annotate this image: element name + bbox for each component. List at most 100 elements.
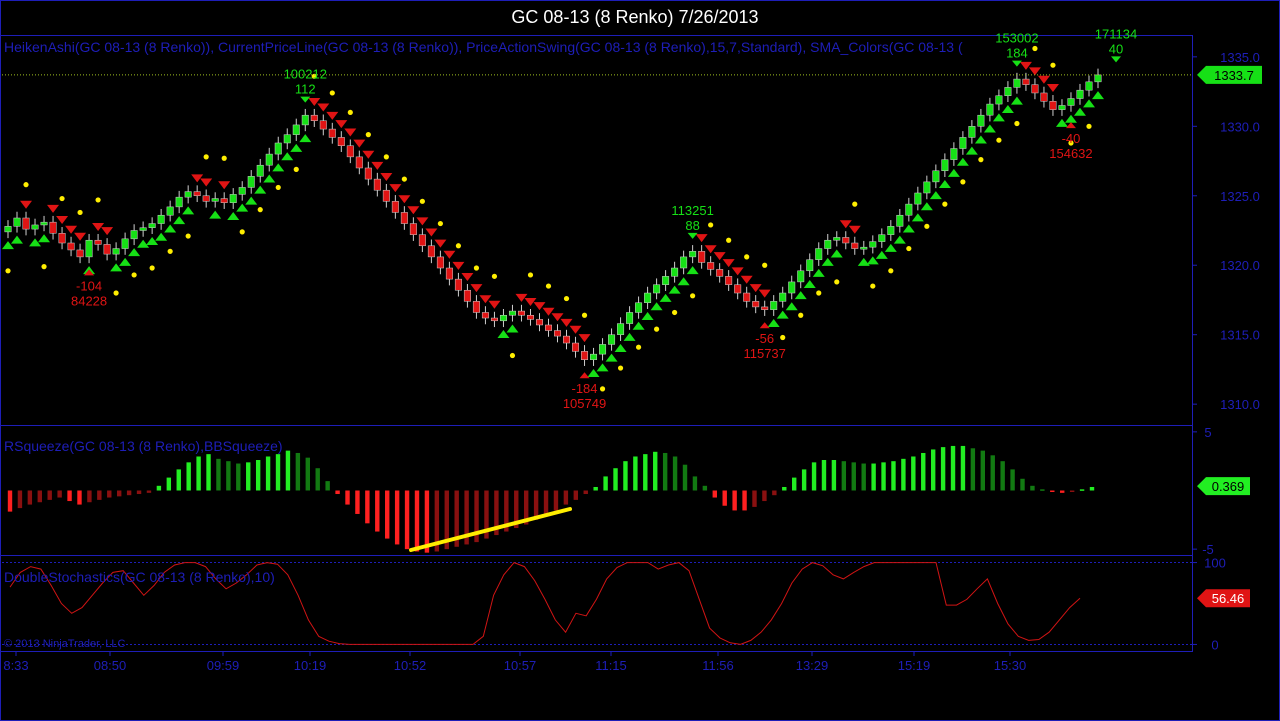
candle-down	[67, 242, 75, 251]
swing-high-label: 171134	[1095, 26, 1137, 41]
candle-down	[1049, 101, 1057, 110]
price-tick-label: 1325.0	[1220, 189, 1260, 204]
swing-dot	[41, 264, 47, 270]
candle-down	[400, 212, 408, 224]
current-price-marker: 1333.7	[1197, 65, 1262, 84]
candle-down	[202, 195, 210, 202]
candle-up	[617, 323, 625, 335]
squeeze-bar-positive	[1020, 478, 1025, 491]
squeeze-bar-positive	[186, 462, 191, 491]
candle-up	[1058, 105, 1066, 110]
squeeze-bar-negative	[553, 490, 559, 511]
candle-up	[1094, 74, 1102, 83]
candle-down	[743, 292, 751, 302]
ninjatrader-chart[interactable]: GC 08-13 (8 Renko) 7/26/2013 -10484228 10…	[0, 0, 1280, 721]
candle-up	[184, 191, 192, 198]
squeeze-bar-positive	[980, 450, 986, 491]
stochastics-value-marker: 56.46	[1197, 589, 1250, 608]
candle-up	[608, 334, 616, 345]
candle-down	[734, 284, 742, 294]
squeeze-bar-positive	[593, 486, 598, 491]
candle-up	[1067, 98, 1075, 106]
candle-up	[869, 241, 877, 248]
time-tick-label: 10:52	[394, 658, 427, 673]
candle-up	[1013, 78, 1021, 88]
squeeze-bar-positive	[246, 462, 251, 491]
swing-dot	[293, 166, 299, 172]
squeeze-bar-positive	[960, 445, 966, 491]
squeeze-bar-positive	[970, 448, 976, 491]
candle-up	[662, 276, 670, 285]
squeeze-bar-positive	[682, 464, 688, 491]
candle-down	[526, 314, 534, 320]
swing-dot	[617, 365, 624, 371]
squeeze-bar-negative	[27, 490, 33, 505]
swing-low-label: 115737	[743, 346, 785, 361]
swing-dot	[708, 222, 714, 228]
candle-down	[572, 342, 580, 352]
swing-dot	[437, 220, 443, 227]
time-tick-label: 11:15	[595, 658, 627, 673]
squeeze-bar-negative	[424, 490, 430, 553]
squeeze-bar-positive	[156, 485, 162, 491]
squeeze-bar-positive	[285, 450, 291, 491]
swing-dot	[924, 223, 930, 229]
swing-dot	[870, 283, 876, 289]
candle-up	[148, 223, 156, 228]
squeeze-bar-positive	[821, 460, 827, 491]
candle-up	[833, 237, 841, 241]
candle-up	[995, 95, 1003, 105]
candle-up	[950, 148, 958, 160]
swing-dot	[852, 201, 858, 207]
squeeze-bar-negative	[385, 490, 390, 539]
swing-dot	[221, 155, 227, 161]
candle-up	[671, 267, 679, 277]
squeeze-bar-positive	[672, 456, 678, 491]
candle-up	[860, 246, 868, 250]
squeeze-bar-positive	[921, 452, 926, 491]
squeeze-bar-negative	[583, 490, 588, 495]
candle-down	[842, 237, 850, 244]
candle-up	[824, 239, 832, 249]
candle-down	[103, 244, 111, 255]
swing-dot	[744, 254, 750, 260]
squeeze-tick-label: 5	[1204, 425, 1211, 440]
stochastics-indicator-label: DoubleStochastics(GC 08-13 (8 Renko),10)	[4, 569, 275, 585]
candle-down	[76, 249, 84, 258]
swing-dot	[5, 268, 11, 274]
squeeze-bar-positive	[295, 452, 301, 491]
squeeze-bar-positive	[1030, 485, 1035, 491]
squeeze-bar-positive	[782, 486, 787, 491]
candle-up	[779, 292, 787, 302]
candle-down	[391, 201, 399, 213]
swing-dot	[347, 109, 353, 116]
swing-high-label: 88	[685, 218, 699, 233]
candle-down	[355, 156, 363, 169]
swing-dot	[149, 265, 155, 271]
candle-up	[40, 221, 48, 226]
candle-up	[887, 226, 895, 235]
candle-down	[328, 128, 336, 138]
candle-up	[689, 251, 697, 258]
swing-dot	[275, 184, 281, 191]
candle-down	[193, 191, 201, 197]
candle-down	[310, 114, 318, 121]
squeeze-bar-positive	[871, 463, 876, 491]
price-tick-label: 1320.0	[1220, 258, 1260, 273]
candle-down	[472, 301, 480, 313]
candle-up	[788, 281, 796, 294]
swing-dot	[726, 237, 732, 243]
squeeze-bar-positive	[305, 457, 310, 491]
candle-down	[94, 239, 102, 245]
swing-low-label: 154632	[1049, 146, 1092, 161]
squeeze-bar-negative	[355, 490, 360, 514]
squeeze-bar-negative	[563, 490, 569, 505]
candle-up	[247, 176, 255, 188]
squeeze-bar-positive	[166, 477, 172, 491]
swing-dot	[1032, 45, 1038, 52]
squeeze-bar-positive	[792, 477, 797, 491]
swing-low-label: -56	[755, 331, 774, 346]
candle-up	[112, 248, 120, 255]
candle-down	[319, 120, 327, 130]
candle-down	[490, 317, 498, 322]
